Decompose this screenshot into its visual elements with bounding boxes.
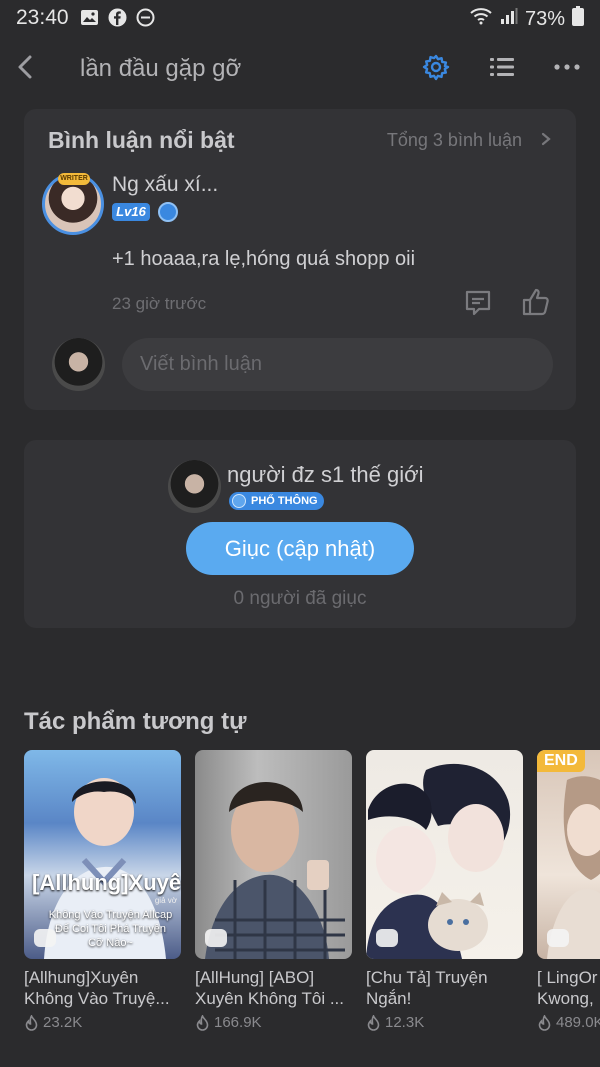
similar-works-title: Tác phẩm tương tự: [24, 708, 247, 735]
work-card[interactable]: [AllHung] [ABO] Xuyên Không Tôi ... 166.…: [195, 750, 352, 1031]
work-title[interactable]: [AllHung] [ABO] Xuyên Không Tôi ...: [195, 967, 352, 1009]
work-views: 489.0K: [537, 1014, 600, 1031]
work-cover[interactable]: [195, 750, 352, 959]
signal-icon: [500, 7, 518, 31]
status-time: 23:40: [16, 6, 69, 29]
work-title-line2: Không Vào Truyệ...: [24, 989, 170, 1008]
work-title-line2: Xuyên Không Tôi ...: [195, 989, 345, 1008]
page-title: lần đầu gặp gỡ: [80, 55, 242, 82]
back-button[interactable]: [12, 52, 40, 82]
chat-icon: [34, 929, 56, 947]
status-right: 73%: [469, 6, 584, 32]
comment-text: +1 hoaaa,ra lẹ,hóng quá shopp oii: [112, 248, 416, 270]
level-badge: Lv16: [112, 203, 150, 221]
cover-tag: giả vờ: [154, 896, 177, 905]
end-badge: END: [537, 750, 585, 772]
reply-button[interactable]: [464, 289, 492, 317]
work-title[interactable]: [ LingOr Kwong,: [537, 967, 600, 1009]
dnd-icon: [136, 8, 155, 27]
wifi-icon: [469, 7, 493, 31]
thumbs-up-icon: [522, 288, 549, 316]
featured-comments-card: Bình luận nổi bật Tổng 3 bình luận WRITE…: [24, 109, 576, 410]
work-title-line1: [Allhung]Xuyên: [24, 968, 139, 987]
status-bar: 23:40 73%: [0, 0, 600, 36]
rank-badge: PHỔ THÔNG: [229, 492, 324, 510]
urge-update-card: người đz s1 thế giới PHỔ THÔNG Giục (cập…: [24, 440, 576, 628]
work-title-line2: Ngắn!: [366, 989, 412, 1008]
chevron-right-icon[interactable]: [538, 129, 554, 149]
work-card[interactable]: [Allhung]Xuyên giả vờ Không Vào Truyện A…: [24, 750, 181, 1031]
work-title-line1: [ LingOr: [537, 968, 598, 987]
my-avatar: [52, 338, 105, 391]
similar-works-carousel[interactable]: [Allhung]Xuyên giả vờ Không Vào Truyện A…: [24, 750, 600, 1040]
views-count: 489.0K: [556, 1014, 600, 1031]
work-views: 23.2K: [24, 1014, 181, 1031]
battery-text: 73%: [524, 7, 565, 30]
views-count: 12.3K: [385, 1014, 425, 1031]
gem-icon: [158, 202, 178, 222]
like-button[interactable]: [521, 287, 551, 317]
image-icon: [80, 8, 99, 27]
cover-subtitle: Không Vào Truyện Allcap Để Coi Tôi Phá T…: [48, 909, 173, 949]
flame-icon: [367, 1014, 380, 1031]
work-views: 12.3K: [366, 1014, 523, 1031]
work-title[interactable]: [Chu Tả] Truyện Ngắn!: [366, 967, 523, 1009]
urge-update-button[interactable]: Giục (cập nhật): [186, 522, 414, 575]
work-title-line2: Kwong,: [537, 989, 594, 1008]
work-cover[interactable]: END: [537, 750, 600, 959]
total-comments-link[interactable]: Tổng 3 bình luận: [387, 130, 522, 151]
work-title-line1: [AllHung] [ABO]: [195, 968, 315, 987]
rank-label: PHỔ THÔNG: [251, 495, 318, 507]
notification-icons: [80, 8, 155, 27]
work-views: 166.9K: [195, 1014, 352, 1031]
flame-icon: [25, 1014, 38, 1031]
chat-icon: [547, 929, 569, 947]
more-dots-icon: [554, 64, 580, 70]
work-title-line1: [Chu Tả] Truyện: [366, 968, 488, 987]
user-name: người đz s1 thế giới: [227, 462, 424, 487]
avatar: [168, 460, 221, 513]
work-cover[interactable]: [Allhung]Xuyên giả vờ Không Vào Truyện A…: [24, 750, 181, 959]
chapter-list-button[interactable]: [488, 53, 516, 81]
list-icon: [490, 58, 514, 76]
views-count: 23.2K: [43, 1014, 83, 1031]
cover-art: [205, 782, 345, 959]
work-card[interactable]: END [ LingOr Kwong, 489.0K: [537, 750, 600, 1031]
settings-button[interactable]: [422, 53, 450, 81]
comment-author[interactable]: Ng xấu xí...: [112, 173, 218, 197]
chat-icon: [376, 929, 398, 947]
header: lần đầu gặp gỡ: [0, 40, 600, 96]
chat-icon: [205, 929, 227, 947]
work-cover[interactable]: [366, 750, 523, 959]
views-count: 166.9K: [214, 1014, 262, 1031]
urge-count: 0 người đã giục: [233, 588, 367, 609]
writer-badge: WRITER: [58, 173, 90, 185]
work-title[interactable]: [Allhung]Xuyên Không Vào Truyệ...: [24, 967, 181, 1009]
more-button[interactable]: [553, 53, 581, 81]
gear-icon: [422, 54, 450, 81]
battery-icon: [572, 6, 584, 32]
comment-time: 23 giờ trước: [112, 294, 207, 313]
gem-icon: [232, 494, 246, 508]
facebook-icon: [108, 8, 127, 27]
flame-icon: [196, 1014, 209, 1031]
chevron-left-icon: [18, 55, 32, 79]
reply-icon: [465, 290, 491, 316]
comment-input[interactable]: Viết bình luận: [122, 338, 553, 391]
cover-art: [547, 776, 600, 959]
cover-art: [366, 763, 511, 959]
cover-title: [Allhung]Xuyên: [32, 870, 181, 895]
work-card[interactable]: [Chu Tả] Truyện Ngắn! 12.3K: [366, 750, 523, 1031]
section-title: Bình luận nổi bật: [48, 127, 235, 153]
flame-icon: [538, 1014, 551, 1031]
